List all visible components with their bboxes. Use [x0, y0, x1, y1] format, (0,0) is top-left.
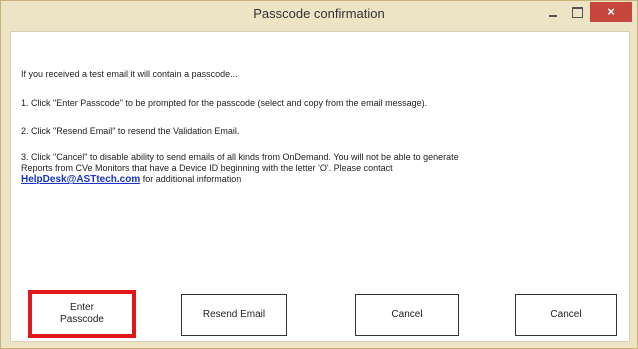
maximize-icon [572, 7, 583, 18]
enter-passcode-label-line2: Passcode [60, 314, 104, 325]
step3-line1: 3. Click "Cancel" to disable ability to … [21, 152, 459, 162]
enter-passcode-button[interactable]: Enter Passcode [28, 290, 136, 338]
step2-text: 2. Click "Resend Email" to resend the Va… [21, 126, 240, 136]
window-title: Passcode confirmation [253, 6, 385, 21]
minimize-icon [549, 15, 557, 17]
resend-email-button[interactable]: Resend Email [181, 294, 287, 336]
step3-line3: for additional information [140, 174, 242, 184]
intro-text: If you received a test email it will con… [21, 69, 238, 79]
title-bar[interactable]: Passcode confirmation × [1, 1, 637, 27]
step3-line2: Reports from CVe Monitors that have a De… [21, 163, 393, 173]
cancel-button[interactable]: Cancel [355, 294, 459, 336]
dialog-content: If you received a test email it will con… [10, 31, 630, 342]
maximize-button[interactable] [569, 5, 585, 19]
close-button[interactable]: × [590, 2, 632, 22]
cancel-button-secondary[interactable]: Cancel [515, 294, 617, 336]
helpdesk-email-link[interactable]: HelpDesk@ASTtech.com [21, 174, 140, 185]
dialog-window: Passcode confirmation × If you received … [0, 0, 638, 349]
minimize-button[interactable] [545, 7, 561, 19]
enter-passcode-label-line1: Enter [70, 302, 94, 313]
close-icon: × [607, 4, 615, 19]
step1-text: 1. Click "Enter Passcode" to be prompted… [21, 98, 428, 108]
step3-paragraph: 3. Click "Cancel" to disable ability to … [21, 152, 459, 185]
